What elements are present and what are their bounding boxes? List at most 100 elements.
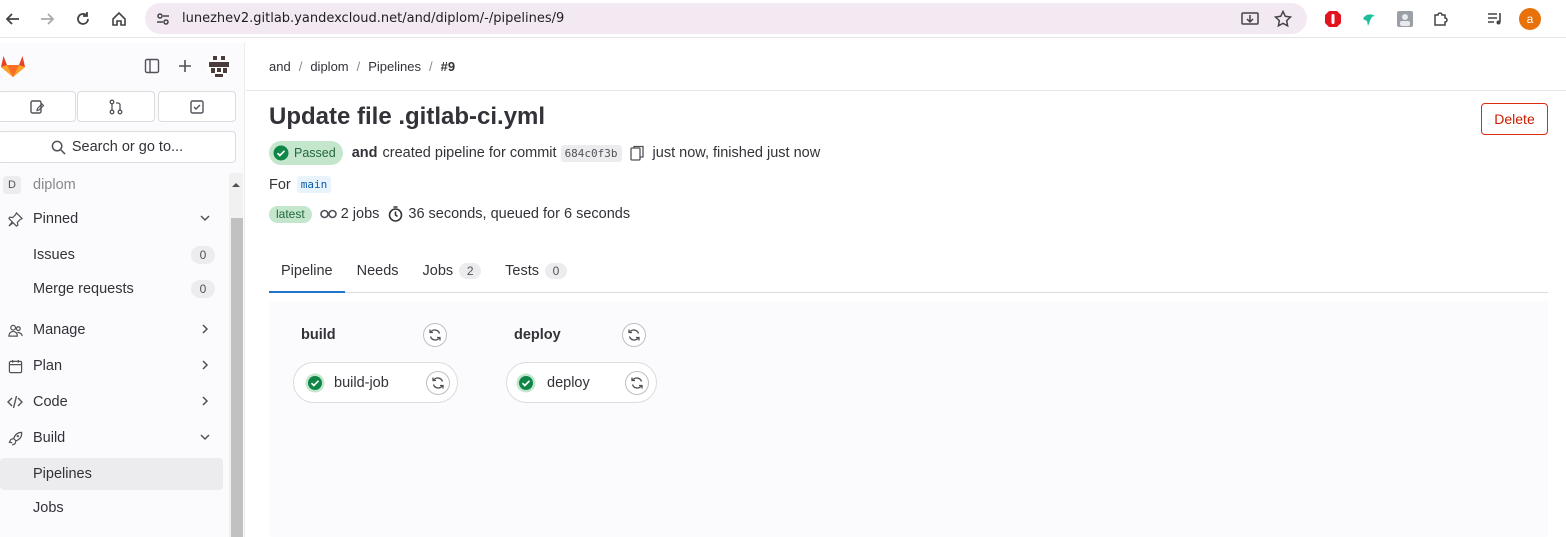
main-content: and / diplom / Pipelines / #9 Update fil… <box>246 43 1566 537</box>
jobs-count-text: 2 jobs <box>340 206 380 222</box>
rocket-icon <box>2 431 28 446</box>
issues-count-badge: 0 <box>191 246 215 264</box>
job-name: deploy <box>547 374 590 391</box>
commit-sha[interactable]: 684c0f3b <box>560 144 622 162</box>
search-label: Search or go to... <box>71 139 184 155</box>
forward-icon[interactable] <box>36 8 58 30</box>
copy-icon[interactable] <box>629 145 644 161</box>
assigned-issues-button[interactable] <box>0 91 76 122</box>
sidebar-section-pinned[interactable]: Pinned <box>0 203 223 235</box>
status-badge[interactable]: Passed <box>269 141 343 165</box>
search-button[interactable]: Search or go to... <box>0 131 236 163</box>
chevron-right-icon <box>199 323 211 339</box>
todo-icon <box>190 99 204 114</box>
sidebar-section-plan[interactable]: Plan <box>0 350 223 382</box>
sidebar-section-code[interactable]: Code <box>0 386 223 418</box>
author-link[interactable]: and <box>352 145 378 161</box>
page-title: Update file .gitlab-ci.yml <box>269 103 546 130</box>
job-build-job[interactable]: build-job <box>293 362 458 403</box>
pipeline-info: latest 2 jobs 36 seconds, queued for 6 s… <box>269 204 630 224</box>
site-settings-icon[interactable] <box>153 9 173 29</box>
tab-count-badge: 2 <box>459 263 482 279</box>
code-icon <box>2 395 28 409</box>
sidebar-project-header[interactable]: D diplom <box>0 169 223 201</box>
created-text: created pipeline for commit <box>382 145 557 161</box>
tab-jobs[interactable]: Jobs 2 <box>411 249 494 293</box>
duration-text: 36 seconds, queued for 6 seconds <box>408 206 631 222</box>
job-deploy[interactable]: deploy <box>506 362 657 403</box>
profile-extension-icon[interactable] <box>1394 8 1416 30</box>
todo-list-button[interactable] <box>158 91 236 122</box>
media-control-icon[interactable] <box>1484 8 1506 30</box>
merge-requests-count-badge: 0 <box>191 280 215 298</box>
job-name: build-job <box>334 374 389 391</box>
delete-button[interactable]: Delete <box>1481 103 1548 135</box>
address-bar[interactable]: lunezhev2.gitlab.yandexcloud.net/and/dip… <box>145 3 1307 34</box>
sidebar-item-merge-requests[interactable]: Merge requests 0 <box>0 273 223 305</box>
status-success-icon <box>516 373 536 392</box>
gitlab-logo-icon[interactable] <box>0 53 26 79</box>
tab-count-badge: 0 <box>545 263 567 279</box>
tab-tests[interactable]: Tests 0 <box>493 249 579 293</box>
calendar-icon <box>2 359 28 374</box>
profile-avatar[interactable]: a <box>1519 8 1541 30</box>
sidebar-section-label: Code <box>33 394 68 410</box>
search-icon <box>51 140 66 155</box>
project-name: diplom <box>33 177 76 193</box>
user-avatar-icon[interactable] <box>206 53 232 79</box>
tab-needs[interactable]: Needs <box>345 249 411 293</box>
sidebar-item-jobs[interactable]: Jobs <box>0 492 223 524</box>
bird-extension-icon[interactable] <box>1358 8 1380 30</box>
reload-icon[interactable] <box>72 8 94 30</box>
install-app-icon[interactable] <box>1240 9 1260 29</box>
chevron-down-icon <box>199 431 211 447</box>
stage-title-deploy: deploy <box>514 327 561 343</box>
extensions-puzzle-icon[interactable] <box>1430 8 1452 30</box>
pipeline-tabs: Pipeline Needs Jobs 2 Tests 0 <box>269 249 1548 293</box>
stage-title-build: build <box>301 327 336 343</box>
tab-label: Jobs <box>422 263 454 279</box>
pipeline-icon <box>319 208 337 220</box>
ref-branch-link[interactable]: main <box>296 176 332 193</box>
bookmark-star-icon[interactable] <box>1273 9 1293 29</box>
sidebar-section-label: Plan <box>33 358 63 374</box>
sidebar-item-issues[interactable]: Issues 0 <box>0 239 223 271</box>
sidebar-scrollbar-thumb[interactable] <box>231 218 243 537</box>
create-new-icon[interactable] <box>172 53 198 79</box>
sidebar-item-label: Pipelines <box>33 466 92 482</box>
sidebar-item-pipelines[interactable]: Pipelines <box>0 458 223 490</box>
retry-job-icon[interactable] <box>426 371 450 395</box>
retry-job-icon[interactable] <box>625 371 649 395</box>
retry-stage-icon[interactable] <box>423 323 447 347</box>
url-text: lunezhev2.gitlab.yandexcloud.net/and/dip… <box>182 11 565 26</box>
sidebar: Search or go to... D diplom Pinned Issue… <box>0 43 245 537</box>
tab-label: Tests <box>505 263 539 279</box>
back-icon[interactable] <box>2 8 24 30</box>
breadcrumb-separator: / <box>356 59 361 74</box>
breadcrumb-item[interactable]: and <box>269 59 291 74</box>
status-success-icon <box>305 373 325 392</box>
home-icon[interactable] <box>108 8 130 30</box>
tab-pipeline[interactable]: Pipeline <box>269 249 345 293</box>
breadcrumb-item[interactable]: Pipelines <box>368 59 421 74</box>
sidebar-section-label: Manage <box>33 322 86 338</box>
chevron-right-icon <box>199 395 211 411</box>
retry-stage-icon[interactable] <box>622 323 646 347</box>
sidebar-section-build[interactable]: Build <box>0 422 223 454</box>
sidebar-section-manage[interactable]: Manage <box>0 314 223 346</box>
pipeline-meta: Passed and created pipeline for commit 6… <box>269 141 820 165</box>
tab-label: Pipeline <box>281 263 333 279</box>
status-text: Passed <box>294 146 336 160</box>
breadcrumb: and / diplom / Pipelines / #9 <box>269 59 455 74</box>
breadcrumb-item[interactable]: diplom <box>310 59 348 74</box>
breadcrumb-current[interactable]: #9 <box>441 59 455 74</box>
scroll-up-icon[interactable] <box>231 176 241 187</box>
chevron-down-icon <box>199 212 211 228</box>
merge-requests-quick-button[interactable] <box>77 91 155 122</box>
breadcrumb-separator: / <box>298 59 303 74</box>
sidebar-section-label: Pinned <box>33 211 79 227</box>
adblock-extension-icon[interactable] <box>1322 8 1344 30</box>
browser-toolbar: lunezhev2.gitlab.yandexcloud.net/and/dip… <box>0 0 1566 38</box>
sidebar-section-label: Build <box>33 430 66 446</box>
collapse-sidebar-icon[interactable] <box>139 53 165 79</box>
